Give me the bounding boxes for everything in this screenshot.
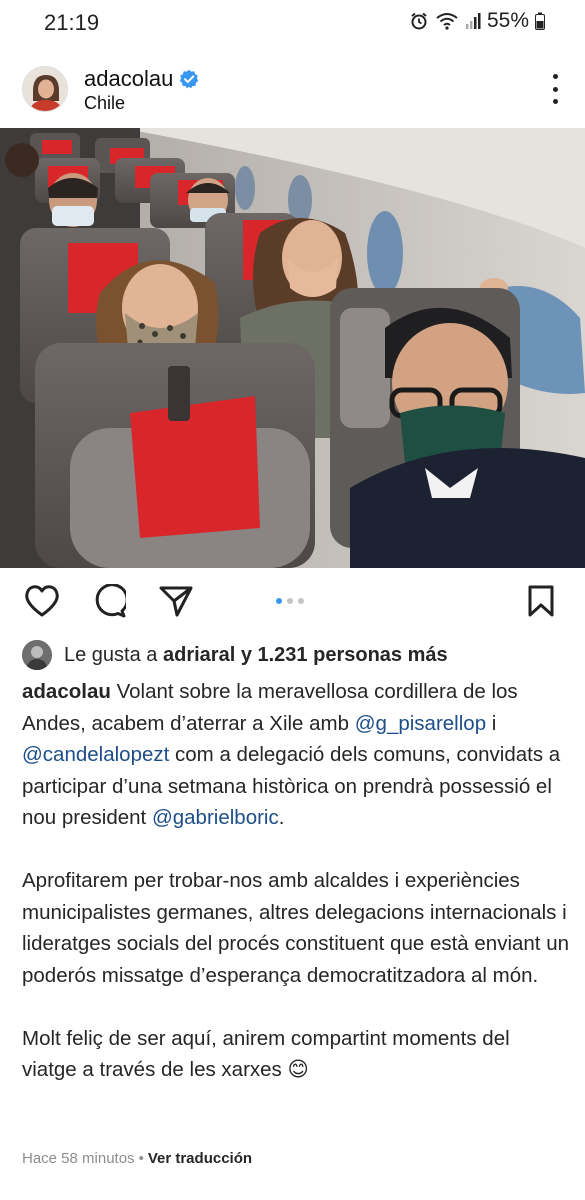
likes-user[interactable]: adriaral: [163, 644, 235, 666]
heart-icon[interactable]: [24, 584, 60, 618]
caption-username[interactable]: adacolau: [22, 680, 111, 703]
dot-icon: [552, 99, 558, 104]
likes-prefix: Le gusta a: [64, 643, 158, 666]
battery-percent: 55%: [486, 9, 529, 32]
alarm-icon: [411, 12, 427, 30]
bookmark-icon[interactable]: [527, 584, 555, 618]
caption-paragraph-2: Aprofitarem per trobar-nos amb alcaldes …: [22, 869, 570, 987]
caption-paragraph-3: Molt feliç de ser aquí, anirem compartin…: [22, 1023, 570, 1086]
dot-icon: [552, 74, 558, 79]
verified-badge-icon: [180, 69, 199, 89]
battery-icon: [535, 12, 545, 30]
airplane-cabin-photo: [0, 128, 585, 568]
signal-icon: [465, 13, 481, 29]
carousel-dot: [287, 598, 293, 604]
carousel-indicator: [276, 598, 304, 604]
likes-row[interactable]: Le gusta a adriaral y 1.231 personas más: [22, 640, 448, 670]
dot-icon: [552, 86, 558, 92]
comment-icon[interactable]: [92, 584, 126, 618]
likes-joiner: y: [240, 643, 252, 666]
mention-link[interactable]: @candelalopezt: [22, 743, 169, 766]
caption-text-1d: .: [278, 806, 285, 829]
more-options-button[interactable]: [549, 74, 561, 104]
likes-text: Le gusta a adriaral y 1.231 personas más: [64, 644, 448, 667]
action-bar: [0, 582, 585, 622]
status-bar: 21:19 55%: [0, 0, 585, 46]
post-location[interactable]: Chile: [84, 93, 125, 114]
caption-text-1b: i: [491, 711, 497, 735]
profile-avatar[interactable]: [22, 66, 68, 112]
status-icons: 55%: [409, 9, 545, 33]
translate-link[interactable]: Ver traducción: [148, 1150, 252, 1167]
status-time: 21:19: [44, 10, 100, 35]
caption-text-3: Molt feliç de ser aquí, anirem compartin…: [22, 1026, 510, 1082]
carousel-dot-active: [276, 598, 282, 604]
meta-separator: •: [138, 1150, 144, 1167]
post-photo[interactable]: [0, 128, 585, 568]
post-meta: Hace 58 minutos • Ver traducción: [22, 1150, 252, 1167]
mention-link[interactable]: @g_pisarellop: [355, 712, 486, 735]
post-username[interactable]: adacolau: [84, 66, 173, 92]
wifi-icon: [436, 13, 458, 30]
post-time: Hace 58 minutos: [22, 1150, 135, 1167]
share-icon[interactable]: [158, 584, 194, 618]
post-header: adacolau Chile: [0, 62, 585, 118]
username-row: adacolau: [84, 66, 199, 92]
post-caption: adacolau Volant sobre la meravellosa cor…: [22, 676, 570, 1117]
likes-count[interactable]: 1.231 personas más: [258, 644, 448, 666]
smile-emoji-icon: 😊: [287, 1058, 309, 1081]
carousel-dot: [298, 598, 304, 604]
mention-link[interactable]: @gabrielboric: [152, 806, 279, 829]
caption-paragraph-1: adacolau Volant sobre la meravellosa cor…: [22, 676, 570, 834]
liker-avatar: [22, 640, 52, 670]
